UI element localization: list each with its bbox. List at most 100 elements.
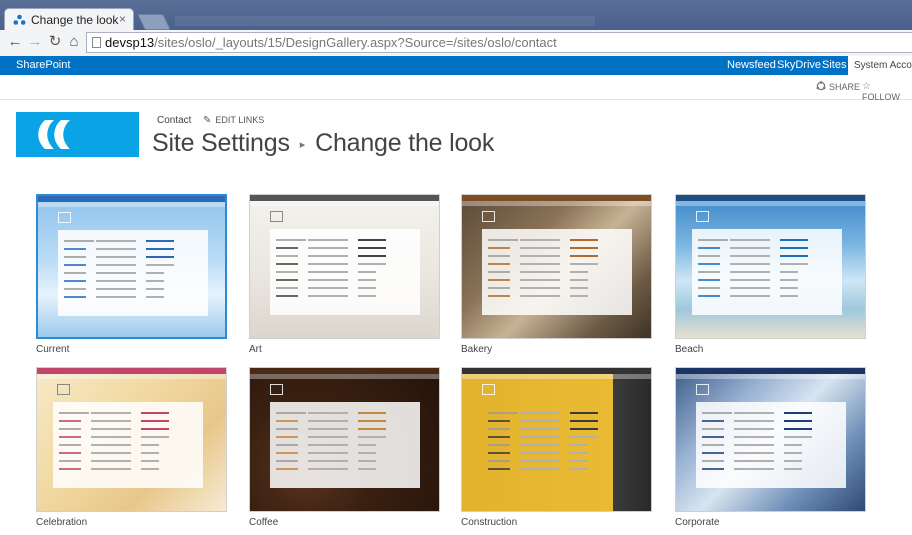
- tile-content-line: [59, 460, 81, 462]
- tile-content-line: [734, 460, 774, 462]
- tile-content-line: [698, 271, 720, 273]
- tile-content-line: [91, 420, 131, 422]
- tile-content-line: [358, 247, 386, 249]
- tile-content-line: [141, 468, 159, 470]
- tile-content-line: [730, 271, 770, 273]
- suite-link-newsfeed[interactable]: Newsfeed: [727, 59, 776, 71]
- design-tile-caption[interactable]: Corporate: [675, 517, 719, 528]
- tile-content-line: [308, 420, 348, 422]
- page-title-parent[interactable]: Site Settings: [152, 129, 290, 157]
- tile-content-line: [276, 436, 298, 438]
- breadcrumb-contact-link[interactable]: Contact: [157, 115, 191, 126]
- design-tile-caption[interactable]: Current: [36, 344, 69, 355]
- follow-label: FOLLOW: [862, 92, 901, 102]
- tile-content-line: [146, 264, 174, 266]
- tile-content-line: [780, 279, 798, 281]
- tile-content-line: [702, 444, 724, 446]
- tile-content-line: [59, 428, 81, 430]
- tile-content-line: [698, 247, 720, 249]
- design-tile-current[interactable]: [36, 194, 227, 339]
- back-arrow-icon[interactable]: ←: [6, 33, 24, 51]
- forward-arrow-icon[interactable]: →: [26, 33, 44, 51]
- tile-content-line: [308, 279, 348, 281]
- share-button[interactable]: SHARE: [816, 81, 860, 92]
- page-icon: [92, 37, 101, 48]
- tile-site-logo: [270, 384, 283, 395]
- reload-icon[interactable]: ↻: [46, 33, 64, 51]
- tile-content-line: [784, 452, 802, 454]
- tab-close-icon[interactable]: ×: [119, 12, 126, 26]
- tile-content-line: [308, 452, 348, 454]
- tile-content-line: [570, 452, 588, 454]
- tile-content-line: [570, 279, 588, 281]
- tile-content-line: [520, 428, 560, 430]
- tile-content-line: [276, 468, 298, 470]
- tile-content-line: [702, 420, 724, 422]
- url-path: /sites/oslo/_layouts/15/DesignGallery.as…: [154, 35, 557, 50]
- tile-content-line: [308, 239, 348, 241]
- tile-content-line: [780, 247, 808, 249]
- tile-content-line: [308, 263, 348, 265]
- browser-tab[interactable]: Change the look ×: [4, 8, 134, 31]
- new-tab-button[interactable]: [137, 14, 171, 30]
- design-tile-caption[interactable]: Celebration: [36, 517, 87, 528]
- tile-content-line: [520, 279, 560, 281]
- user-menu[interactable]: System Account: [848, 56, 912, 75]
- tile-content-line: [520, 460, 560, 462]
- tile-content-line: [780, 295, 798, 297]
- design-tile-celebration[interactable]: [36, 367, 227, 512]
- tab-strip-background: [175, 16, 595, 26]
- design-tile-art[interactable]: [249, 194, 440, 339]
- tile-content-line: [784, 444, 802, 446]
- site-logo[interactable]: [16, 112, 139, 157]
- address-bar[interactable]: devsp13/sites/oslo/_layouts/15/DesignGal…: [86, 32, 912, 53]
- browser-toolbar: ← → ↻ ⌂ devsp13/sites/oslo/_layouts/15/D…: [0, 30, 912, 57]
- tile-content-line: [570, 295, 588, 297]
- tile-content-line: [59, 452, 81, 454]
- share-label: SHARE: [829, 82, 861, 92]
- tile-content-line: [570, 239, 598, 241]
- tile-content-line: [276, 247, 298, 249]
- design-tile-bakery[interactable]: [461, 194, 652, 339]
- tile-content-line: [780, 263, 808, 265]
- tile-content-line: [308, 412, 348, 414]
- tile-content-line: [488, 452, 510, 454]
- design-tile-caption[interactable]: Beach: [675, 344, 703, 355]
- home-icon[interactable]: ⌂: [65, 33, 83, 51]
- design-tile-corporate[interactable]: [675, 367, 866, 512]
- tile-content-line: [488, 412, 518, 414]
- design-tile-caption[interactable]: Bakery: [461, 344, 492, 355]
- tile-content-line: [358, 460, 376, 462]
- suite-link-sites[interactable]: Sites: [822, 59, 846, 71]
- tile-content-line: [520, 247, 560, 249]
- tile-content-line: [520, 295, 560, 297]
- tile-content-line: [91, 444, 131, 446]
- tile-content-line: [358, 287, 376, 289]
- design-tile-caption[interactable]: Construction: [461, 517, 517, 528]
- design-tile-coffee[interactable]: [249, 367, 440, 512]
- design-tile-construction[interactable]: [461, 367, 652, 512]
- design-tile-beach[interactable]: [675, 194, 866, 339]
- tile-content-line: [276, 412, 306, 414]
- sharepoint-brand[interactable]: SharePoint: [16, 59, 70, 71]
- edit-links-label: EDIT LINKS: [215, 115, 265, 125]
- tile-content-line: [59, 412, 89, 414]
- browser-tab-strip: Change the look ×: [0, 0, 912, 31]
- tile-content-line: [702, 436, 724, 438]
- tile-content-line: [698, 287, 720, 289]
- tile-content-line: [308, 295, 348, 297]
- tile-content-line: [276, 452, 298, 454]
- suite-link-skydrive[interactable]: SkyDrive: [777, 59, 821, 71]
- design-tile-caption[interactable]: Art: [249, 344, 262, 355]
- tile-content-line: [784, 468, 802, 470]
- tile-content-line: [96, 272, 136, 274]
- design-tile-caption[interactable]: Coffee: [249, 517, 278, 528]
- star-icon: ☆: [862, 81, 871, 92]
- follow-button[interactable]: ☆FOLLOW: [862, 81, 912, 102]
- tile-site-logo: [482, 384, 495, 395]
- tile-content-line: [784, 412, 812, 414]
- tile-content-line: [358, 271, 376, 273]
- edit-links-button[interactable]: ✎ EDIT LINKS: [203, 115, 264, 126]
- tile-ribbon: [676, 374, 865, 379]
- tile-content-line: [780, 271, 798, 273]
